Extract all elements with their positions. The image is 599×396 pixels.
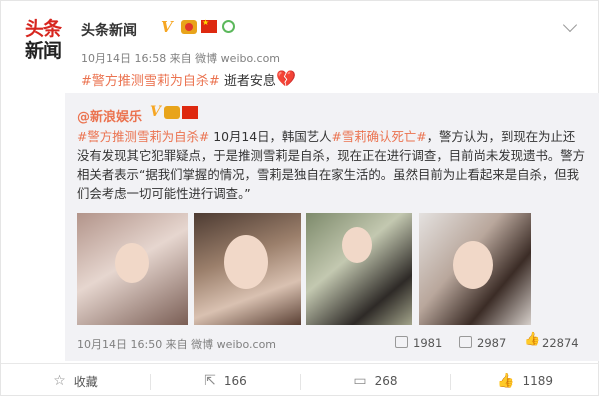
thumbs-up-icon: 👍 (497, 373, 515, 389)
repost-author[interactable]: @新浪娱乐 (77, 106, 142, 125)
star-icon: ☆ (53, 373, 66, 389)
toutiao-logo[interactable]: 头条 新闻 (25, 17, 71, 65)
verified-icon: V (161, 18, 173, 36)
weibo-card: 头条 新闻 头条新闻 V 10月14日 16:58 来自 微博 weibo.co… (0, 0, 599, 396)
repost-verified-icon: V (150, 104, 161, 120)
post-text: #警方推测雪莉为自杀# 逝者安息 (81, 70, 276, 89)
repost-medal-icon (164, 106, 180, 119)
comment-icon: ▭ (353, 373, 367, 389)
repost-text-1: 10月14日，韩国艺人 (209, 129, 332, 144)
share-button[interactable]: ⇱ 166 (151, 364, 300, 396)
member-badge-icon (222, 20, 235, 33)
repost-hashtag-1[interactable]: #警方推测雪莉为自杀# (77, 129, 209, 144)
repost-like-icon[interactable]: 👍 (524, 332, 540, 347)
medal-icon (181, 20, 197, 34)
repost-comment-count[interactable]: 2987 (477, 336, 506, 350)
favorite-button[interactable]: ☆ 收藏 (1, 364, 150, 396)
broken-heart-icon: 💔 (276, 69, 296, 88)
chevron-down-icon[interactable] (562, 17, 578, 33)
comment-button[interactable]: ▭ 268 (301, 364, 450, 396)
repost-meta: 10月14日 16:50 来自 微博 weibo.com (77, 338, 277, 351)
post-body: 逝者安息 (219, 74, 276, 89)
flag-icon (201, 18, 217, 33)
photo-1[interactable] (77, 213, 188, 325)
repost-like-count[interactable]: 22874 (542, 336, 579, 350)
repost-text: #警方推测雪莉为自杀# 10月14日，韩国艺人#雪莉确认死亡#，警方认为，到现在… (77, 127, 587, 203)
repost-block: @新浪娱乐 V #警方推测雪莉为自杀# 10月14日，韩国艺人#雪莉确认死亡#，… (65, 93, 599, 361)
like-count: 1189 (522, 374, 553, 388)
repost-comment-icon[interactable] (459, 336, 472, 348)
photo-4[interactable] (419, 213, 531, 325)
logo-line-1: 头条 (25, 18, 62, 40)
post-hashtag[interactable]: #警方推测雪莉为自杀# (81, 74, 220, 89)
like-button[interactable]: 👍 1189 (451, 364, 599, 396)
repost-share-icon[interactable] (395, 336, 408, 348)
photo-3-face (342, 227, 372, 263)
photo-2-face (224, 235, 268, 289)
comment-count: 268 (374, 374, 398, 388)
photo-4-face (453, 241, 493, 289)
post-meta: 10月14日 16:58 来自 微博 weibo.com (81, 52, 281, 65)
favorite-label: 收藏 (73, 374, 98, 389)
photo-1-face (115, 243, 149, 283)
author-name[interactable]: 头条新闻 (81, 20, 137, 40)
photo-3[interactable] (306, 213, 412, 325)
photo-grid (77, 213, 587, 331)
share-count: 166 (223, 374, 247, 388)
share-icon: ⇱ (204, 373, 216, 389)
repost-hashtag-2[interactable]: #雪莉确认死亡# (332, 129, 427, 144)
action-bar: ☆ 收藏 ⇱ 166 ▭ 268 👍 1189 (1, 363, 599, 396)
repost-share-count[interactable]: 1981 (413, 336, 442, 350)
logo-line-2: 新闻 (25, 40, 62, 62)
repost-flag-icon (182, 106, 198, 119)
photo-2[interactable] (194, 213, 301, 325)
